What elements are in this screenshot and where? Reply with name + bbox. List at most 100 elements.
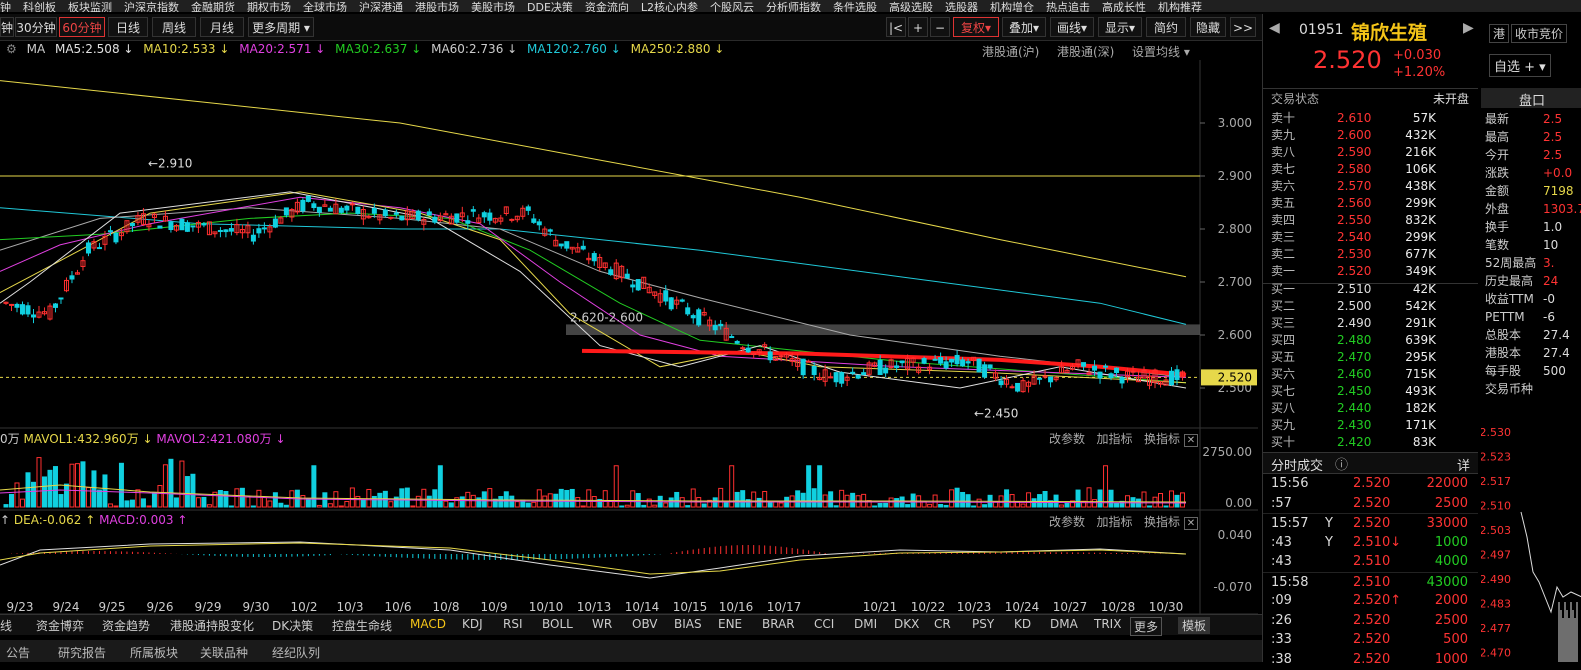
indicator-tab[interactable]: PSY [972, 617, 994, 631]
indicator-tab[interactable]: DKX [894, 617, 919, 631]
top-menu-item[interactable]: 机构推荐 [1158, 2, 1202, 13]
candle-body [179, 218, 185, 231]
indicator-tab[interactable]: 港股通持股变化 [170, 617, 254, 634]
indicator-tab[interactable]: WR [592, 617, 612, 631]
top-menu-item[interactable]: 板块监测 [68, 2, 112, 13]
adjust-button[interactable]: 复权▾ [953, 17, 999, 37]
bottom-tab[interactable]: 研究报告 [58, 644, 106, 661]
period-tab-more[interactable]: 更多周期 ▾ [248, 17, 314, 37]
indicator-tab[interactable]: 线 [0, 617, 12, 634]
top-menu-item[interactable]: 港股市场 [415, 2, 459, 13]
indicator-tab[interactable]: 资金博弈 [36, 617, 84, 634]
watchlist-button[interactable]: 自选 + ▾ [1489, 54, 1551, 77]
volume-bar [151, 492, 157, 508]
display-button[interactable]: 显示▾ [1098, 17, 1142, 37]
top-menu-item[interactable]: 期权市场 [247, 2, 291, 13]
period-tab-day[interactable]: 日线 [108, 17, 148, 37]
top-menu-item[interactable]: 全球市场 [303, 2, 347, 13]
bottom-tab[interactable]: 所属板块 [130, 644, 178, 661]
indicator-tab[interactable]: DMI [854, 617, 877, 631]
indicator-tab[interactable]: TRIX [1094, 617, 1121, 631]
top-menu-item[interactable]: 高级选股 [889, 2, 933, 13]
top-menu-item[interactable]: 沪深京指数 [124, 2, 179, 13]
top-menu-item[interactable]: 个股风云 [710, 2, 754, 13]
hide-button[interactable]: 隐藏 [1190, 17, 1226, 37]
indicator-tab[interactable]: BIAS [674, 617, 702, 631]
zoom-out-button[interactable]: − [930, 17, 950, 37]
settings-icon[interactable]: ⚙ [6, 42, 17, 56]
bottom-tab[interactable]: 公告 [6, 644, 30, 661]
indicator-tab[interactable]: KDJ [462, 617, 483, 631]
top-menu-item[interactable]: 金融期货 [191, 2, 235, 13]
bottom-tab[interactable]: 经纪队列 [272, 644, 320, 661]
top-menu-item[interactable]: 高成长性 [1102, 2, 1146, 13]
zoom-in-button[interactable]: + [908, 17, 928, 37]
order-book-row[interactable]: 买十 2.420 83K [1263, 434, 1478, 451]
volume-bar [751, 491, 757, 508]
top-menu-item[interactable]: 选股器 [945, 2, 978, 13]
indicator-tab[interactable]: DK决策 [272, 617, 313, 634]
top-menu-item[interactable]: 科创板 [23, 2, 56, 13]
period-tab-30min[interactable]: 30分钟 [15, 17, 57, 37]
quote-tab[interactable]: 盘口 [1481, 88, 1581, 109]
top-menu-item[interactable]: L2核心内参 [641, 2, 698, 13]
indicator-tab[interactable]: 资金趋势 [102, 617, 150, 634]
info-icon[interactable]: ⓘ [1335, 454, 1348, 473]
overlay-button[interactable]: 叠加▾ [1002, 17, 1046, 37]
top-menu-item[interactable]: 机构增仓 [990, 2, 1034, 13]
volume-bar [91, 470, 97, 508]
volume-bar [943, 504, 949, 508]
indicator-tab[interactable]: CR [934, 617, 951, 631]
top-menu-item[interactable]: 资金流向 [585, 2, 629, 13]
indicator-tab[interactable]: KD [1014, 617, 1031, 631]
top-menu-item[interactable]: DDE决策 [527, 2, 573, 13]
kline-chart[interactable]: 2.620-2.600 ←2.910 ←2.450 2750.00 0.00 0.04… [0, 60, 1258, 615]
order-book-row[interactable]: 买九 2.430 171K [1263, 417, 1478, 434]
indicator-tab[interactable]: RSI [503, 617, 523, 631]
scroll-start-button[interactable]: |< [886, 17, 906, 37]
vol-params-button[interactable]: 改参数 [1049, 432, 1085, 446]
bottom-tab[interactable]: 关联品种 [200, 644, 248, 661]
candle-body [855, 374, 861, 379]
indicator-tab[interactable]: BRAR [762, 617, 795, 631]
next-stock-icon[interactable]: ▶ [1463, 20, 1474, 36]
high-annotation: ←2.910 [148, 157, 192, 171]
volume-bar [41, 476, 47, 508]
top-menu-item[interactable]: 钟 [0, 2, 11, 13]
period-tab-60min[interactable]: 60分钟 [59, 17, 105, 37]
prev-stock-icon[interactable]: ◀ [1269, 20, 1280, 36]
close-auction-tag[interactable]: 收市竞价 [1511, 24, 1568, 43]
simple-button[interactable]: 简约 [1146, 17, 1186, 37]
macd-params-button[interactable]: 改参数 [1049, 515, 1085, 529]
indicator-tab[interactable]: 模板 [1178, 617, 1211, 634]
top-menu-item[interactable]: 热点追击 [1046, 2, 1090, 13]
top-menu-item[interactable]: 分析师指数 [766, 2, 821, 13]
indicator-tab[interactable]: BOLL [542, 617, 573, 631]
period-tab-month[interactable]: 月线 [200, 17, 244, 37]
draw-button[interactable]: 画线▾ [1050, 17, 1094, 37]
volume-bar [228, 505, 234, 508]
hgt-sh-link[interactable]: 港股通(沪) [982, 43, 1039, 60]
indicator-tab[interactable]: ENE [718, 617, 742, 631]
indicator-tab[interactable]: DMA [1050, 617, 1078, 631]
indicator-tab[interactable]: CCI [814, 617, 834, 631]
set-ma-button[interactable]: 设置均线 ▾ [1132, 43, 1190, 60]
vol-switch-ind-button[interactable]: 换指标 [1144, 432, 1180, 446]
top-menu-item[interactable]: 美股市场 [471, 2, 515, 13]
hgt-sz-link[interactable]: 港股通(深) [1057, 43, 1114, 60]
top-menu-item[interactable]: 沪深港通 [359, 2, 403, 13]
close-icon[interactable]: ✕ [1183, 517, 1199, 530]
period-tab-minute[interactable]: 钟 [0, 17, 14, 37]
expand-button[interactable]: >> [1230, 17, 1256, 37]
indicator-tab[interactable]: 更多 [1130, 617, 1163, 636]
indicator-tab[interactable]: OBV [632, 617, 658, 631]
detail-button[interactable]: 详 [1457, 455, 1470, 474]
indicator-tab[interactable]: 控盘生命线 [332, 617, 392, 634]
indicator-tab[interactable]: MACD [410, 617, 446, 631]
top-menu-item[interactable]: 条件选股 [833, 2, 877, 13]
macd-add-ind-button[interactable]: 加指标 [1096, 515, 1132, 529]
macd-switch-ind-button[interactable]: 换指标 [1144, 515, 1180, 529]
period-tab-week[interactable]: 周线 [152, 17, 196, 37]
close-icon[interactable]: ✕ [1183, 434, 1199, 447]
vol-add-ind-button[interactable]: 加指标 [1096, 432, 1132, 446]
